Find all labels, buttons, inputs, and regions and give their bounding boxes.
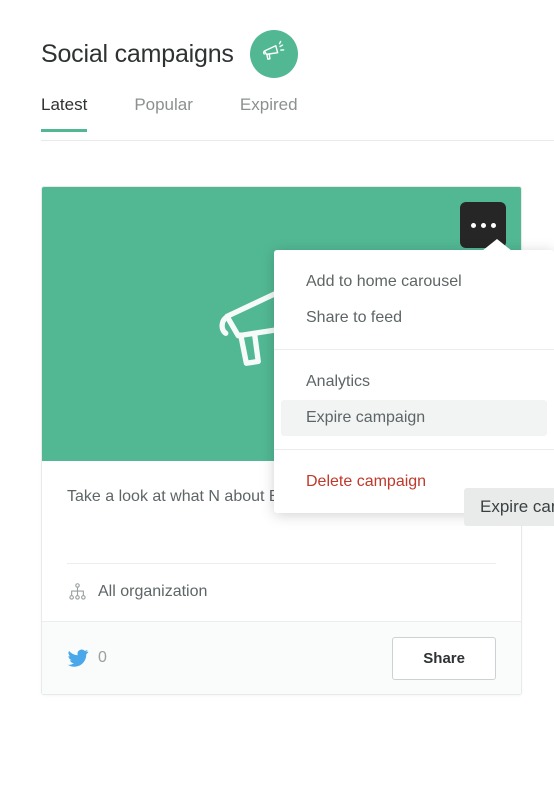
tab-latest[interactable]: Latest bbox=[41, 95, 88, 132]
menu-item-expire-campaign[interactable]: Expire campaign bbox=[281, 400, 547, 436]
share-count-group: 0 bbox=[67, 647, 107, 669]
menu-group-manage: Analytics Expire campaign bbox=[274, 349, 554, 449]
share-button[interactable]: Share bbox=[392, 636, 496, 680]
share-count: 0 bbox=[98, 649, 107, 666]
card-options-menu: Add to home carousel Share to feed Analy… bbox=[274, 239, 554, 513]
menu-item-share-to-feed[interactable]: Share to feed bbox=[281, 300, 547, 336]
menu-arrow bbox=[482, 239, 512, 251]
ellipsis-icon-dot bbox=[480, 222, 486, 228]
menu-item-add-to-home-carousel[interactable]: Add to home carousel bbox=[281, 264, 547, 300]
page-header: Social campaigns bbox=[41, 30, 298, 78]
campaign-audience: All organization bbox=[67, 564, 496, 621]
page-title: Social campaigns bbox=[41, 39, 234, 68]
menu-group-sharing: Add to home carousel Share to feed bbox=[274, 250, 554, 349]
ellipsis-icon-dot bbox=[490, 222, 496, 228]
tab-popular[interactable]: Popular bbox=[134, 95, 193, 132]
tab-expired[interactable]: Expired bbox=[240, 95, 298, 132]
ellipsis-icon-dot bbox=[470, 222, 476, 228]
org-chart-icon bbox=[67, 582, 87, 601]
twitter-icon bbox=[67, 647, 89, 669]
tab-bar: Latest Popular Expired bbox=[41, 95, 345, 132]
campaign-audience-label: All organization bbox=[98, 582, 208, 600]
tab-bar-divider bbox=[41, 140, 554, 141]
menu-item-analytics[interactable]: Analytics bbox=[281, 364, 547, 400]
megaphone-icon bbox=[261, 39, 287, 70]
expire-campaign-tooltip: Expire campaign bbox=[464, 488, 554, 526]
campaign-card-footer: 0 Share bbox=[42, 621, 521, 694]
megaphone-badge bbox=[249, 30, 298, 78]
